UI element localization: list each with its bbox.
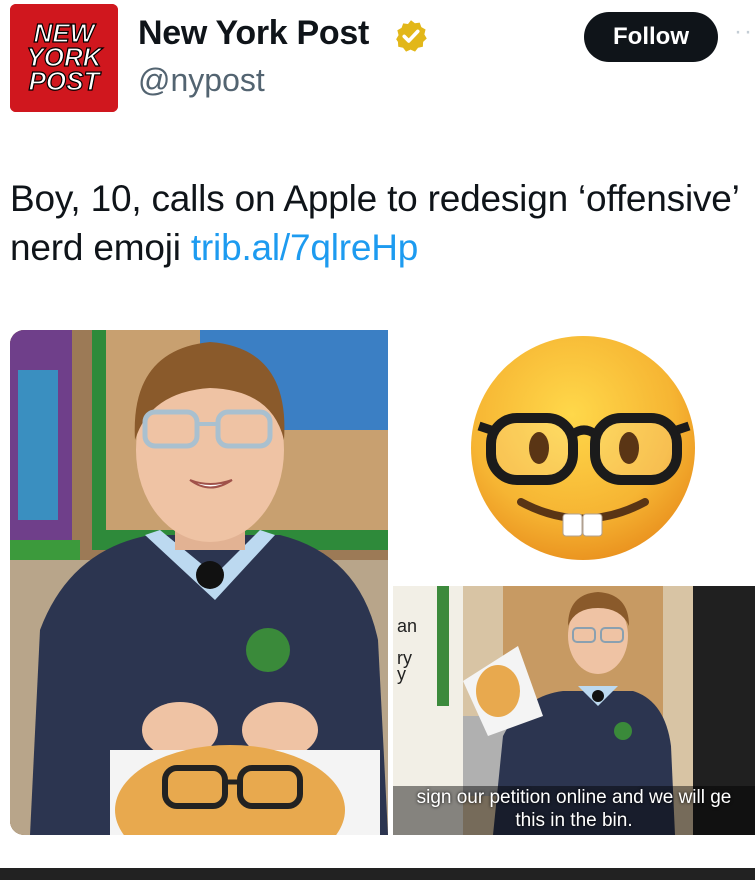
bottom-edge xyxy=(0,868,755,880)
nypost-logo-icon: NEW YORK POST xyxy=(10,4,118,112)
boy-photo-image xyxy=(10,330,388,835)
tweet-link[interactable]: trib.al/7qlreHp xyxy=(191,227,419,268)
video-caption: sign our petition online and we will ge … xyxy=(393,786,755,832)
media-photo-boy[interactable] xyxy=(10,330,388,835)
logo-line-3: POST xyxy=(29,66,102,96)
display-name[interactable]: New York Post xyxy=(138,14,369,53)
nerd-emoji-icon xyxy=(471,336,695,560)
wall-sign-text-3: y xyxy=(397,664,406,684)
avatar[interactable]: NEW YORK POST xyxy=(10,4,118,112)
wall-sign-text-1: an xyxy=(397,616,417,636)
media-nerd-emoji[interactable] xyxy=(393,330,755,583)
more-options-icon[interactable]: ·· xyxy=(734,18,754,46)
follow-button[interactable]: Follow xyxy=(584,12,718,62)
video-caption-line-2: this in the bin. xyxy=(515,810,633,831)
video-caption-line-1: sign our petition online and we will ge xyxy=(416,787,732,808)
account-handle[interactable]: @nypost xyxy=(138,62,265,99)
verified-badge-icon xyxy=(396,20,427,52)
tweet-header: NEW YORK POST New York Post @nypost Foll… xyxy=(0,0,755,120)
tweet-text: Boy, 10, calls on Apple to redesign ‘off… xyxy=(10,174,745,272)
media-video-still[interactable]: an ry y sign our petition online and we … xyxy=(393,586,755,835)
